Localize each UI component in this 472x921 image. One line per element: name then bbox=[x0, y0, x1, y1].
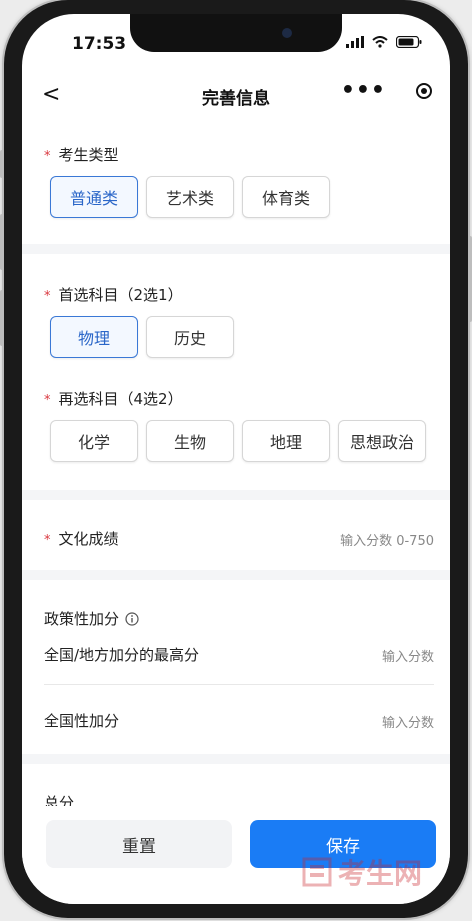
row-divider bbox=[44, 684, 434, 685]
watermark-text: 考生网 bbox=[338, 857, 423, 890]
exam-type-label-text: 考生类型 bbox=[58, 146, 119, 164]
culture-score-label: * 文化成绩 bbox=[44, 528, 119, 549]
mute-switch bbox=[0, 150, 4, 178]
national-bonus-label: 全国性加分 bbox=[44, 712, 120, 730]
required-mark: * bbox=[44, 289, 51, 304]
volume-up-button bbox=[0, 214, 4, 270]
second-subject-option-biology[interactable]: 生物 bbox=[146, 420, 234, 462]
watermark: 考生网 bbox=[302, 852, 422, 892]
camera bbox=[282, 28, 292, 38]
second-subject-option-politics[interactable]: 思想政治 bbox=[338, 420, 426, 462]
required-mark: * bbox=[44, 149, 51, 164]
watermark-logo-icon bbox=[302, 857, 332, 887]
culture-score-label-text: 文化成绩 bbox=[58, 530, 119, 548]
more-menu-button[interactable]: ••• bbox=[341, 78, 386, 103]
second-subject-label: * 再选科目（4选2） bbox=[44, 388, 183, 409]
max-bonus-label: 全国/地方加分的最高分 bbox=[44, 646, 200, 664]
power-button bbox=[468, 236, 472, 322]
exam-type-option-art[interactable]: 艺术类 bbox=[146, 176, 234, 218]
first-subject-label-text: 首选科目（2选1） bbox=[58, 286, 183, 304]
exam-type-option-general[interactable]: 普通类 bbox=[50, 176, 138, 218]
second-subject-option-geography[interactable]: 地理 bbox=[242, 420, 330, 462]
second-subject-label-text: 再选科目（4选2） bbox=[58, 390, 183, 408]
culture-score-input[interactable]: 输入分数 0-750 bbox=[340, 530, 434, 549]
section-divider bbox=[22, 244, 450, 254]
info-icon[interactable] bbox=[125, 611, 139, 626]
battery-icon bbox=[396, 36, 422, 48]
notch bbox=[130, 14, 342, 52]
close-target-icon[interactable] bbox=[416, 83, 432, 99]
exam-type-label: * 考生类型 bbox=[44, 144, 119, 165]
second-subject-option-chemistry[interactable]: 化学 bbox=[50, 420, 138, 462]
section-divider bbox=[22, 570, 450, 580]
status-icons bbox=[346, 36, 422, 48]
required-mark: * bbox=[44, 533, 51, 548]
policy-bonus-title: 政策性加分 bbox=[44, 608, 139, 629]
policy-bonus-title-text: 政策性加分 bbox=[44, 610, 120, 628]
nav-bar: < 完善信息 ••• bbox=[22, 74, 450, 118]
exam-type-option-sports[interactable]: 体育类 bbox=[242, 176, 330, 218]
section-divider bbox=[22, 490, 450, 500]
signal-icon bbox=[346, 36, 364, 48]
status-time: 17:53 bbox=[72, 34, 127, 54]
screen: 17:53 < 完善信息 ••• * 考生类型 普通类 艺术类 体育类 * 首选… bbox=[22, 14, 450, 904]
required-mark: * bbox=[44, 393, 51, 408]
first-subject-label: * 首选科目（2选1） bbox=[44, 284, 183, 305]
wifi-icon bbox=[372, 36, 388, 48]
volume-down-button bbox=[0, 290, 4, 346]
first-subject-option-physics[interactable]: 物理 bbox=[50, 316, 138, 358]
national-bonus-input[interactable]: 输入分数 bbox=[382, 712, 434, 731]
phone-frame: 17:53 < 完善信息 ••• * 考生类型 普通类 艺术类 体育类 * 首选… bbox=[0, 0, 472, 918]
max-bonus-input[interactable]: 输入分数 bbox=[382, 646, 434, 665]
section-divider bbox=[22, 754, 450, 764]
reset-button[interactable]: 重置 bbox=[46, 820, 232, 868]
first-subject-option-history[interactable]: 历史 bbox=[146, 316, 234, 358]
